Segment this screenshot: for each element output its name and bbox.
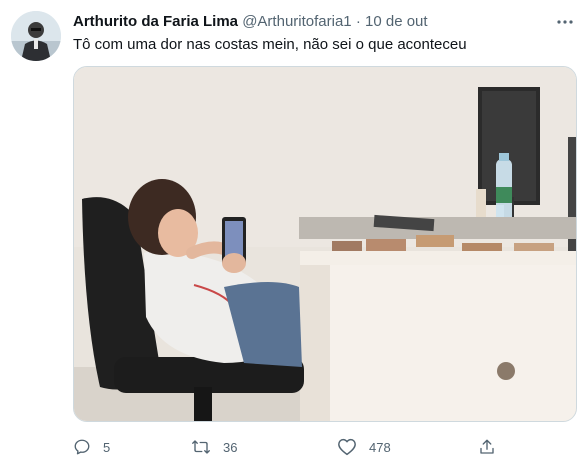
heart-icon <box>338 438 356 456</box>
share-icon <box>480 439 494 454</box>
retweet-button[interactable]: 36 <box>191 434 237 460</box>
timestamp[interactable]: 10 de out <box>365 13 428 30</box>
action-bar: 5 36 478 <box>73 434 513 460</box>
like-count: 478 <box>369 439 391 455</box>
reply-icon <box>74 439 90 455</box>
tweet-header: Arthurito da Faria Lima @Arthuritofaria1… <box>73 12 548 32</box>
share-button[interactable] <box>478 434 496 460</box>
reply-button[interactable]: 5 <box>73 434 110 460</box>
tweet-photo[interactable] <box>73 66 577 422</box>
more-horizontal-icon <box>557 20 573 24</box>
retweet-count: 36 <box>223 439 238 455</box>
retweet-icon <box>192 440 210 454</box>
tweet[interactable]: Arthurito da Faria Lima @Arthuritofaria1… <box>0 0 588 464</box>
like-button[interactable]: 478 <box>337 434 391 460</box>
tweet-text: Tô com uma dor nas costas mein, não sei … <box>73 36 467 53</box>
separator-dot: · <box>355 13 361 30</box>
display-name[interactable]: Arthurito da Faria Lima <box>73 13 238 30</box>
more-button[interactable] <box>554 12 576 32</box>
handle[interactable]: @Arthuritofaria1 <box>242 13 351 30</box>
avatar[interactable] <box>11 11 61 61</box>
avatar-image <box>11 11 61 61</box>
photo-illustration <box>74 67 576 421</box>
reply-count: 5 <box>103 439 111 455</box>
